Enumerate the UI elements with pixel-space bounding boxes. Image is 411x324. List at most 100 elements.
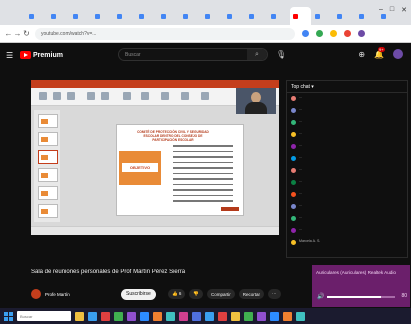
forward-icon[interactable]: → [13, 29, 22, 38]
browser-tab[interactable] [92, 7, 113, 25]
taskbar-app-icon[interactable] [114, 311, 123, 321]
powerpoint-statusbar [31, 226, 279, 235]
taskbar-app-icon[interactable] [296, 311, 305, 321]
chat-author-avatar [291, 132, 296, 137]
taskbar-app-icon[interactable] [153, 311, 162, 321]
extension-icon[interactable] [302, 30, 309, 37]
browser-tab[interactable] [48, 7, 69, 25]
chat-author-avatar [291, 228, 296, 233]
taskbar-app-icon[interactable] [179, 311, 188, 321]
video-player[interactable]: COMITÉ DE PROTECCIÓN CIVIL Y SEGURIDAD E… [31, 80, 279, 235]
slide-tag-label: OBJETIVO [122, 163, 158, 172]
volume-slider[interactable] [327, 296, 395, 298]
search-input[interactable]: Buscar [125, 52, 247, 58]
create-icon[interactable]: ⊕ [358, 50, 365, 59]
browser-tab[interactable] [158, 7, 179, 25]
channel-info: Profe Martín [45, 292, 115, 297]
browser-tab[interactable] [312, 7, 333, 25]
search-icon[interactable]: ⌕ [247, 49, 267, 60]
channel-avatar[interactable] [31, 289, 41, 299]
browser-tab[interactable] [114, 7, 135, 25]
chat-message-text: ... [299, 143, 302, 147]
taskbar-app-icon[interactable] [166, 311, 175, 321]
dislike-button[interactable]: 👎 [189, 289, 203, 299]
browser-tab[interactable] [26, 7, 47, 25]
taskbar-app-icon[interactable] [231, 311, 240, 321]
speaker-icon[interactable]: 🔊 [317, 293, 324, 300]
browser-tab[interactable] [202, 7, 223, 25]
taskbar-app-icon[interactable] [101, 311, 110, 321]
browser-tab[interactable] [136, 7, 157, 25]
extension-icon[interactable] [344, 30, 351, 37]
video-actions: 👍 6 👎 Compartir Recortar ⋯ [168, 289, 281, 299]
audio-device-name: Auriculares (Auriculares) Realtek Audio [316, 270, 396, 275]
microphone-icon[interactable]: 🎙 [276, 50, 286, 59]
taskbar-app-icon[interactable] [75, 311, 84, 321]
extension-icon[interactable] [330, 30, 337, 37]
notifications-icon[interactable]: 🔔 9+ [374, 46, 385, 59]
tab-favicon-icon [227, 13, 232, 19]
chat-author-avatar [291, 192, 296, 197]
maximize-button[interactable]: □ [390, 6, 394, 14]
tab-favicon-icon [95, 13, 100, 19]
notification-badge: 9+ [378, 46, 385, 52]
tab-favicon-icon [29, 13, 34, 19]
taskbar-search[interactable]: Buscar [17, 311, 71, 321]
taskbar-app-icon[interactable] [283, 311, 292, 321]
tab-favicon-icon [205, 13, 210, 19]
extension-icon[interactable] [316, 30, 323, 37]
chat-message: ... [287, 117, 407, 129]
slide-thumbnail [38, 204, 58, 218]
chat-message: ... [287, 141, 407, 153]
like-button[interactable]: 👍 6 [168, 289, 186, 299]
chat-message: ... [287, 93, 407, 105]
tab-favicon-icon [271, 13, 276, 19]
browser-tab[interactable] [224, 7, 245, 25]
ribbon-icon [53, 92, 61, 100]
back-icon[interactable]: ← [4, 29, 13, 38]
browser-tab[interactable] [334, 7, 355, 25]
taskbar-app-icon[interactable] [140, 311, 149, 321]
ribbon-icon [39, 92, 47, 100]
more-actions-button[interactable]: ⋯ [268, 289, 281, 299]
chat-message: ... [287, 165, 407, 177]
taskbar-app-icon[interactable] [257, 311, 266, 321]
minimize-button[interactable]: – [379, 6, 383, 14]
taskbar-app-icon[interactable] [127, 311, 136, 321]
search-box[interactable]: Buscar ⌕ [118, 48, 268, 61]
browser-tab-strip [0, 0, 411, 25]
avatar[interactable] [393, 49, 403, 59]
chat-header[interactable]: Top chat ▾ [287, 81, 407, 93]
taskbar-app-icon[interactable] [88, 311, 97, 321]
profile-icon[interactable] [358, 30, 365, 37]
chat-message-text: ... [299, 191, 302, 195]
taskbar-app-icon[interactable] [205, 311, 214, 321]
chat-message: ... [287, 177, 407, 189]
taskbar-app-icon[interactable] [192, 311, 201, 321]
address-bar[interactable]: youtube.com/watch?v=... [35, 27, 295, 40]
clip-button[interactable]: Recortar [238, 289, 264, 299]
tab-favicon-icon [51, 13, 56, 19]
share-button[interactable]: Compartir [206, 289, 235, 299]
browser-tab[interactable] [268, 7, 289, 25]
youtube-logo[interactable]: Premium [20, 51, 63, 59]
close-button[interactable]: ✕ [401, 6, 407, 14]
subscribe-button[interactable]: Suscribirse [121, 288, 156, 300]
chat-message-list: .................................... Marc… [287, 93, 407, 249]
ribbon-icon [101, 92, 109, 100]
taskbar-app-icon[interactable] [270, 311, 279, 321]
browser-tab[interactable] [246, 7, 267, 25]
browser-tab[interactable] [70, 7, 91, 25]
hamburger-menu-icon[interactable]: ☰ [6, 51, 16, 60]
taskbar-app-icon[interactable] [244, 311, 253, 321]
tab-favicon-icon [293, 13, 298, 19]
windows-start-icon[interactable] [4, 311, 13, 321]
browser-tab[interactable] [180, 7, 201, 25]
slide-thumbnail [38, 114, 58, 128]
chat-message: ... [287, 105, 407, 117]
reload-icon[interactable]: ↻ [22, 29, 31, 38]
taskbar-app-icon[interactable] [218, 311, 227, 321]
browser-tab[interactable] [356, 7, 377, 25]
channel-name[interactable]: Profe Martín [45, 292, 115, 297]
browser-tab[interactable] [290, 7, 311, 25]
